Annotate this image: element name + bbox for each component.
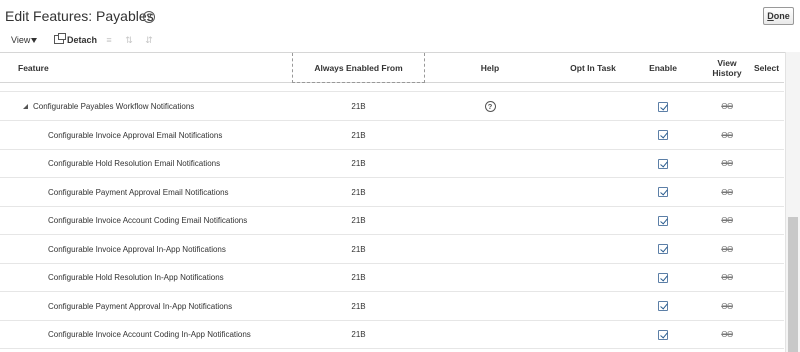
column-view-history-line2: History bbox=[712, 68, 742, 78]
feature-name: Configurable Payables Workflow Notificat… bbox=[33, 102, 195, 111]
column-opt-in-task[interactable]: Opt In Task bbox=[560, 53, 626, 83]
always-enabled-value: 21B bbox=[351, 244, 366, 254]
table-row[interactable]: Configurable Invoice Account Coding In-A… bbox=[0, 321, 784, 349]
done-button[interactable]: Done bbox=[763, 7, 794, 25]
enable-checkbox[interactable] bbox=[658, 101, 668, 112]
feature-name: Configurable Invoice Account Coding In-A… bbox=[48, 330, 251, 339]
table-spacer bbox=[0, 84, 784, 92]
always-enabled-value: 21B bbox=[351, 159, 366, 168]
vertical-scrollbar[interactable] bbox=[785, 52, 800, 352]
feature-name: Configurable Payment Approval Email Noti… bbox=[48, 187, 229, 197]
view-history-cell: ϴϴ bbox=[700, 150, 754, 178]
table-header: Feature Always Enabled From Help Opt In … bbox=[0, 53, 784, 83]
enable-cell bbox=[640, 235, 686, 263]
view-history-icon[interactable]: ϴϴ bbox=[721, 302, 733, 311]
column-always-enabled-from[interactable]: Always Enabled From bbox=[292, 53, 425, 83]
freeze-icon: ≡ bbox=[106, 35, 112, 45]
page-title: Edit Features: Payables bbox=[5, 8, 154, 24]
table-row[interactable]: Configurable Hold Resolution Email Notif… bbox=[0, 150, 784, 178]
always-enabled-value: 21B bbox=[351, 273, 366, 282]
enable-cell bbox=[640, 264, 686, 292]
scrollbar-thumb[interactable] bbox=[788, 217, 798, 352]
enable-cell bbox=[640, 93, 686, 121]
detach-icon[interactable] bbox=[54, 33, 66, 44]
view-history-cell: ϴϴ bbox=[700, 207, 754, 235]
column-enable[interactable]: Enable bbox=[640, 53, 686, 83]
collapse-triangle-icon[interactable] bbox=[23, 103, 28, 109]
table-row[interactable]: Configurable Payment Approval Email Noti… bbox=[0, 178, 784, 207]
column-select[interactable]: Select bbox=[754, 53, 788, 83]
view-history-icon[interactable]: ϴϴ bbox=[721, 131, 733, 140]
reorder-icon: ⇵ bbox=[145, 35, 153, 45]
always-enabled-value: 21B bbox=[351, 301, 366, 311]
toolbar: View Detach ≡ ⇅ ⇵ bbox=[0, 33, 800, 49]
column-view-history[interactable]: View History bbox=[700, 53, 754, 83]
feature-name: Configurable Hold Resolution Email Notif… bbox=[48, 159, 221, 168]
view-history-cell: ϴϴ bbox=[700, 264, 754, 292]
view-history-cell: ϴϴ bbox=[700, 178, 754, 206]
enable-cell bbox=[640, 321, 686, 349]
always-enabled-value: 21B bbox=[351, 216, 366, 225]
view-history-icon[interactable]: ϴϴ bbox=[721, 245, 733, 254]
view-history-icon[interactable]: ϴϴ bbox=[721, 330, 733, 339]
table-row[interactable]: Configurable Payment Approval In-App Not… bbox=[0, 292, 784, 321]
feature-name: Configurable Invoice Approval In-App Not… bbox=[48, 244, 226, 254]
enable-cell bbox=[640, 150, 686, 178]
done-label: one bbox=[773, 11, 790, 21]
always-enabled-value: 21B bbox=[351, 187, 366, 197]
column-feature[interactable]: Feature bbox=[18, 53, 218, 83]
help-icon[interactable]: ? bbox=[143, 11, 155, 23]
table-row[interactable]: Configurable Invoice Account Coding Emai… bbox=[0, 207, 784, 235]
feature-name: Configurable Invoice Approval Email Noti… bbox=[48, 130, 223, 140]
enable-cell bbox=[640, 121, 686, 149]
view-history-icon[interactable]: ϴϴ bbox=[721, 273, 733, 282]
column-help[interactable]: Help bbox=[460, 53, 520, 83]
help-cell: ? bbox=[460, 93, 520, 121]
enable-cell bbox=[640, 292, 686, 320]
enable-cell bbox=[640, 207, 686, 235]
view-history-icon[interactable]: ϴϴ bbox=[721, 188, 733, 197]
view-menu[interactable]: View bbox=[11, 35, 30, 45]
always-enabled-value: 21B bbox=[351, 330, 366, 339]
chevron-down-icon[interactable] bbox=[31, 38, 37, 43]
column-view-history-line1: View bbox=[717, 58, 737, 68]
view-history-icon[interactable]: ϴϴ bbox=[721, 216, 733, 225]
view-history-icon[interactable]: ϴϴ bbox=[721, 159, 733, 168]
view-history-cell: ϴϴ bbox=[700, 292, 754, 320]
detach-button[interactable]: Detach bbox=[67, 35, 97, 45]
view-history-cell: ϴϴ bbox=[700, 321, 754, 349]
table-row[interactable]: Configurable Hold Resolution In-App Noti… bbox=[0, 264, 784, 292]
enable-checkbox[interactable] bbox=[658, 329, 668, 340]
enable-checkbox[interactable] bbox=[658, 215, 668, 226]
view-history-cell: ϴϴ bbox=[700, 121, 754, 149]
enable-checkbox[interactable] bbox=[658, 301, 668, 311]
enable-checkbox[interactable] bbox=[658, 244, 668, 254]
table-row[interactable]: Configurable Payables Workflow Notificat… bbox=[0, 93, 784, 121]
enable-cell bbox=[640, 178, 686, 206]
enable-checkbox[interactable] bbox=[658, 272, 668, 283]
table-row[interactable]: Configurable Invoice Approval Email Noti… bbox=[0, 121, 784, 150]
wrap-icon: ⇅ bbox=[125, 35, 133, 45]
feature-name: Configurable Payment Approval In-App Not… bbox=[48, 301, 233, 311]
view-history-icon[interactable]: ϴϴ bbox=[721, 102, 733, 111]
help-icon[interactable]: ? bbox=[484, 101, 496, 112]
view-history-cell: ϴϴ bbox=[700, 93, 754, 121]
feature-name: Configurable Hold Resolution In-App Noti… bbox=[48, 273, 224, 282]
always-enabled-value: 21B bbox=[351, 130, 366, 140]
features-table: Feature Always Enabled From Help Opt In … bbox=[0, 52, 800, 352]
enable-checkbox[interactable] bbox=[658, 130, 668, 140]
feature-name: Configurable Invoice Account Coding Emai… bbox=[48, 216, 248, 225]
table-row[interactable]: Configurable Invoice Approval In-App Not… bbox=[0, 235, 784, 264]
view-history-cell: ϴϴ bbox=[700, 235, 754, 263]
enable-checkbox[interactable] bbox=[658, 187, 668, 197]
page-header: Edit Features: Payables ? Done bbox=[0, 0, 800, 32]
enable-checkbox[interactable] bbox=[658, 158, 668, 169]
always-enabled-value: 21B bbox=[351, 102, 366, 111]
